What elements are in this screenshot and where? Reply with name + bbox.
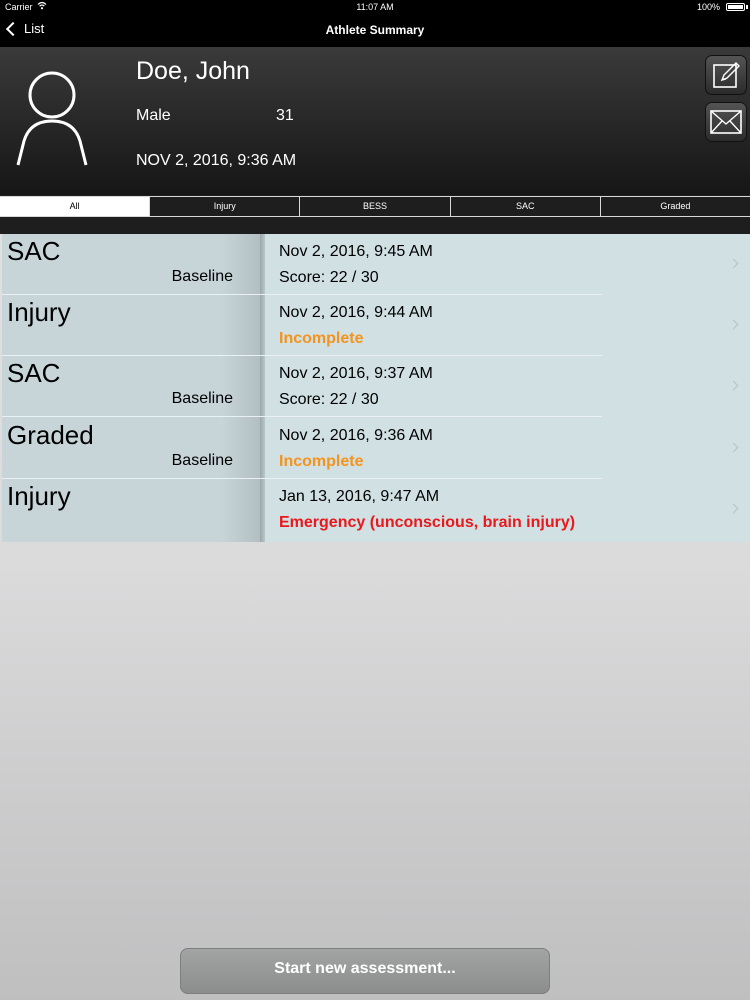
chevron-right-icon bbox=[728, 442, 739, 453]
athlete-age: 31 bbox=[276, 107, 294, 124]
edit-icon bbox=[713, 62, 740, 88]
assessment-status: Incomplete bbox=[279, 453, 364, 470]
email-button[interactable] bbox=[705, 102, 747, 142]
assessment-status: Score: 22 / 30 bbox=[279, 269, 379, 286]
tab-graded[interactable]: Graded bbox=[599, 197, 750, 216]
tab-sac[interactable]: SAC bbox=[449, 197, 600, 216]
assessment-subtype: Baseline bbox=[171, 452, 233, 469]
list-item[interactable]: SAC Baseline Nov 2, 2016, 9:45 AM Score:… bbox=[2, 234, 750, 295]
assessment-date: Jan 13, 2016, 9:47 AM bbox=[279, 488, 440, 505]
assessment-status: Incomplete bbox=[279, 330, 364, 347]
assessment-date: Nov 2, 2016, 9:44 AM bbox=[279, 304, 433, 321]
assessment-date: Nov 2, 2016, 9:36 AM bbox=[279, 427, 433, 444]
list-item[interactable]: Injury Nov 2, 2016, 9:44 AM Incomplete bbox=[2, 295, 750, 356]
athlete-name: Doe, John bbox=[136, 57, 250, 85]
status-time: 11:07 AM bbox=[356, 2, 394, 12]
assessment-date: Nov 2, 2016, 9:37 AM bbox=[279, 365, 433, 382]
chevron-right-icon bbox=[728, 380, 739, 391]
assessment-type: Injury bbox=[7, 297, 71, 327]
battery-icon bbox=[726, 3, 745, 11]
chevron-right-icon bbox=[728, 319, 739, 330]
athlete-header: Doe, John Male 31 NOV 2, 2016, 9:36 AM bbox=[0, 47, 750, 195]
assessment-type: Injury bbox=[7, 481, 71, 511]
chevron-right-icon bbox=[728, 503, 739, 514]
mail-icon bbox=[710, 110, 742, 134]
list-item[interactable]: Injury Jan 13, 2016, 9:47 AM Emergency (… bbox=[2, 479, 750, 540]
assessment-date: Nov 2, 2016, 9:45 AM bbox=[279, 243, 433, 260]
assessment-type: SAC bbox=[7, 236, 61, 266]
assessment-subtype: Baseline bbox=[171, 268, 233, 285]
athlete-gender: Male bbox=[136, 107, 171, 124]
battery-percent: 100% bbox=[696, 2, 720, 12]
chevron-right-icon bbox=[728, 258, 739, 269]
start-assessment-button[interactable]: Start new assessment... bbox=[180, 948, 550, 994]
athlete-date: NOV 2, 2016, 9:36 AM bbox=[136, 152, 297, 169]
tab-bess[interactable]: BESS bbox=[299, 197, 449, 216]
row-separator bbox=[2, 416, 602, 417]
edit-button[interactable] bbox=[705, 55, 747, 95]
assessment-status: Score: 22 / 30 bbox=[279, 391, 379, 408]
tab-all[interactable]: All bbox=[0, 197, 150, 216]
assessment-list: SAC Baseline Nov 2, 2016, 9:45 AM Score:… bbox=[2, 234, 750, 542]
navigation-bar: List Athlete Summary bbox=[0, 14, 750, 47]
page-title: Athlete Summary bbox=[325, 23, 425, 37]
list-item[interactable]: Graded Baseline Nov 2, 2016, 9:36 AM Inc… bbox=[2, 418, 750, 479]
assessment-status: Emergency (unconscious, brain injury) bbox=[279, 514, 576, 531]
person-icon bbox=[14, 69, 92, 169]
tab-injury[interactable]: Injury bbox=[149, 197, 299, 216]
filter-bar: All Injury BESS SAC Graded bbox=[0, 195, 750, 234]
assessment-type: Graded bbox=[7, 420, 94, 450]
battery-tip bbox=[746, 5, 748, 9]
filter-segments: All Injury BESS SAC Graded bbox=[0, 196, 750, 217]
status-bar: Carrier 11:07 AM 100% bbox=[0, 0, 750, 14]
assessment-type: SAC bbox=[7, 358, 61, 388]
assessment-subtype: Baseline bbox=[171, 390, 233, 407]
list-item[interactable]: SAC Baseline Nov 2, 2016, 9:37 AM Score:… bbox=[2, 356, 750, 417]
